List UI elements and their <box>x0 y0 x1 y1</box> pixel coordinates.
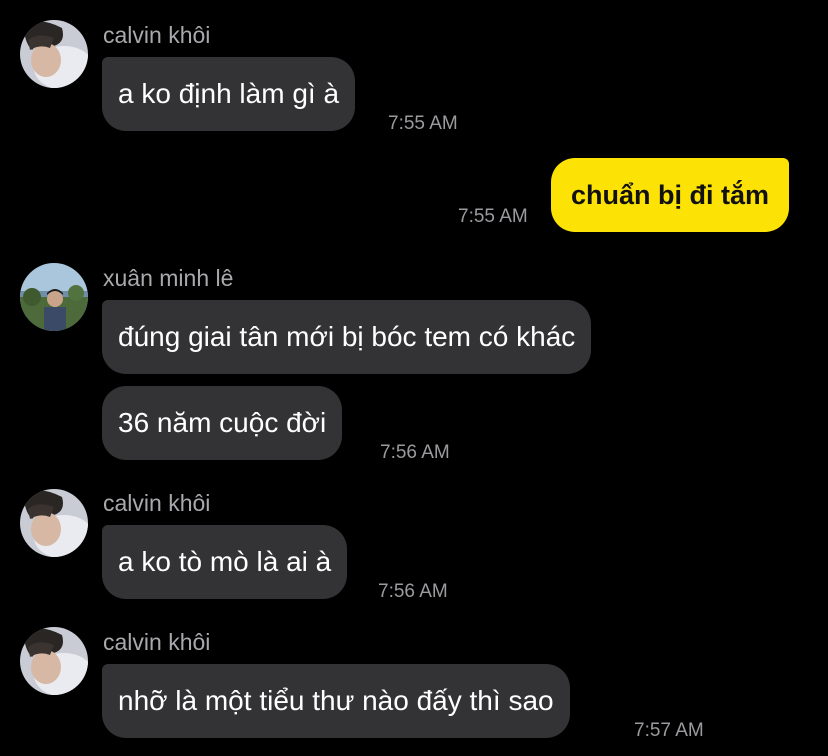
message-timestamp: 7:57 AM <box>634 720 704 741</box>
message-timestamp: 7:55 AM <box>388 113 458 134</box>
message-timestamp: 7:56 AM <box>378 581 448 602</box>
calvin-avatar-photo <box>20 627 88 695</box>
message-bubble[interactable]: a ko tò mò là ai à <box>102 525 348 599</box>
message-bubble[interactable]: nhỡ là một tiểu thư nào đấy thì sao <box>102 664 570 738</box>
outgoing-message-bubble[interactable]: chuẩn bị đi tắm <box>551 158 790 232</box>
xuan-minh-avatar-photo <box>20 263 88 331</box>
message-timestamp: 7:56 AM <box>380 442 450 463</box>
message-bubble[interactable]: 36 năm cuộc đời <box>102 386 343 460</box>
sender-name: xuân minh lê <box>103 265 234 291</box>
sender-name: calvin khôi <box>103 22 211 48</box>
sender-avatar[interactable] <box>20 627 88 695</box>
sender-avatar[interactable] <box>20 489 88 557</box>
message-bubble[interactable]: a ko định làm gì à <box>102 57 356 131</box>
sender-name: calvin khôi <box>103 490 211 516</box>
sender-name: calvin khôi <box>103 629 211 655</box>
message-bubble[interactable]: đúng giai tân mới bị bóc tem có khác <box>102 300 592 374</box>
calvin-avatar-photo <box>20 489 88 557</box>
sender-avatar[interactable] <box>20 263 88 331</box>
calvin-avatar-photo <box>20 20 88 88</box>
sender-avatar[interactable] <box>20 20 88 88</box>
message-timestamp: 7:55 AM <box>458 206 528 227</box>
